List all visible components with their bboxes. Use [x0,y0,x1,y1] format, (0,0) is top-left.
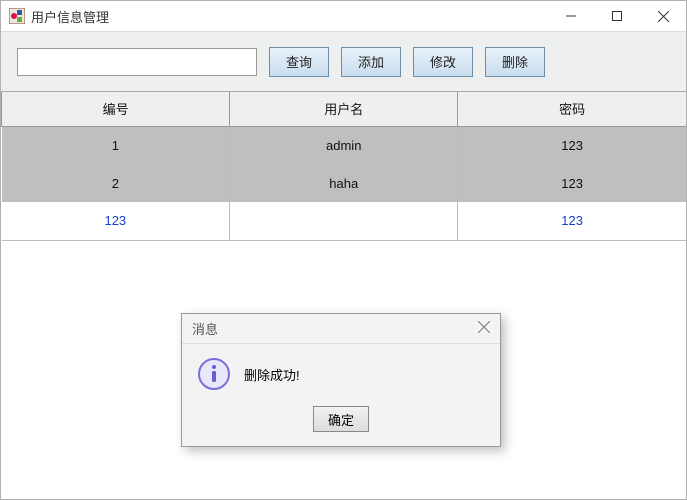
cell-password: 123 [458,126,686,164]
table-header-row: 编号 用户名 密码 [2,92,687,126]
content-area: 编号 用户名 密码 1 admin 123 2 haha 123 123 [1,92,686,499]
user-table: 编号 用户名 密码 1 admin 123 2 haha 123 123 [1,92,686,241]
cell-id: 1 [2,126,230,164]
delete-button[interactable]: 删除 [485,47,545,77]
info-icon [198,358,230,390]
main-window: 用户信息管理 查询 添加 修改 删除 编号 用户名 密码 [0,0,687,500]
dialog-title: 消息 [192,319,478,338]
cell-username: admin [230,126,458,164]
message-dialog: 消息 删除成功! 确定 [181,313,501,447]
col-password[interactable]: 密码 [458,92,686,126]
search-input[interactable] [17,48,257,76]
table-row[interactable]: 123 123 [2,202,687,240]
dialog-titlebar: 消息 [182,314,500,344]
dialog-body: 删除成功! [182,344,500,398]
add-button[interactable]: 添加 [341,47,401,77]
col-id[interactable]: 编号 [2,92,230,126]
titlebar: 用户信息管理 [1,1,686,32]
cell-password: 123 [458,202,686,240]
col-username[interactable]: 用户名 [230,92,458,126]
maximize-button[interactable] [594,1,640,31]
cell-id: 123 [2,202,230,240]
cell-password: 123 [458,164,686,202]
table-row[interactable]: 2 haha 123 [2,164,687,202]
toolbar: 查询 添加 修改 删除 [1,32,686,92]
cell-username [230,202,458,240]
table-row[interactable]: 1 admin 123 [2,126,687,164]
app-icon [9,8,25,24]
ok-button[interactable]: 确定 [313,406,369,432]
dialog-close-icon[interactable] [478,320,490,337]
cell-id: 2 [2,164,230,202]
dialog-footer: 确定 [182,398,500,446]
cell-username: haha [230,164,458,202]
window-title: 用户信息管理 [31,7,548,26]
close-button[interactable] [640,1,686,31]
minimize-button[interactable] [548,1,594,31]
edit-button[interactable]: 修改 [413,47,473,77]
query-button[interactable]: 查询 [269,47,329,77]
dialog-message: 删除成功! [244,365,300,384]
